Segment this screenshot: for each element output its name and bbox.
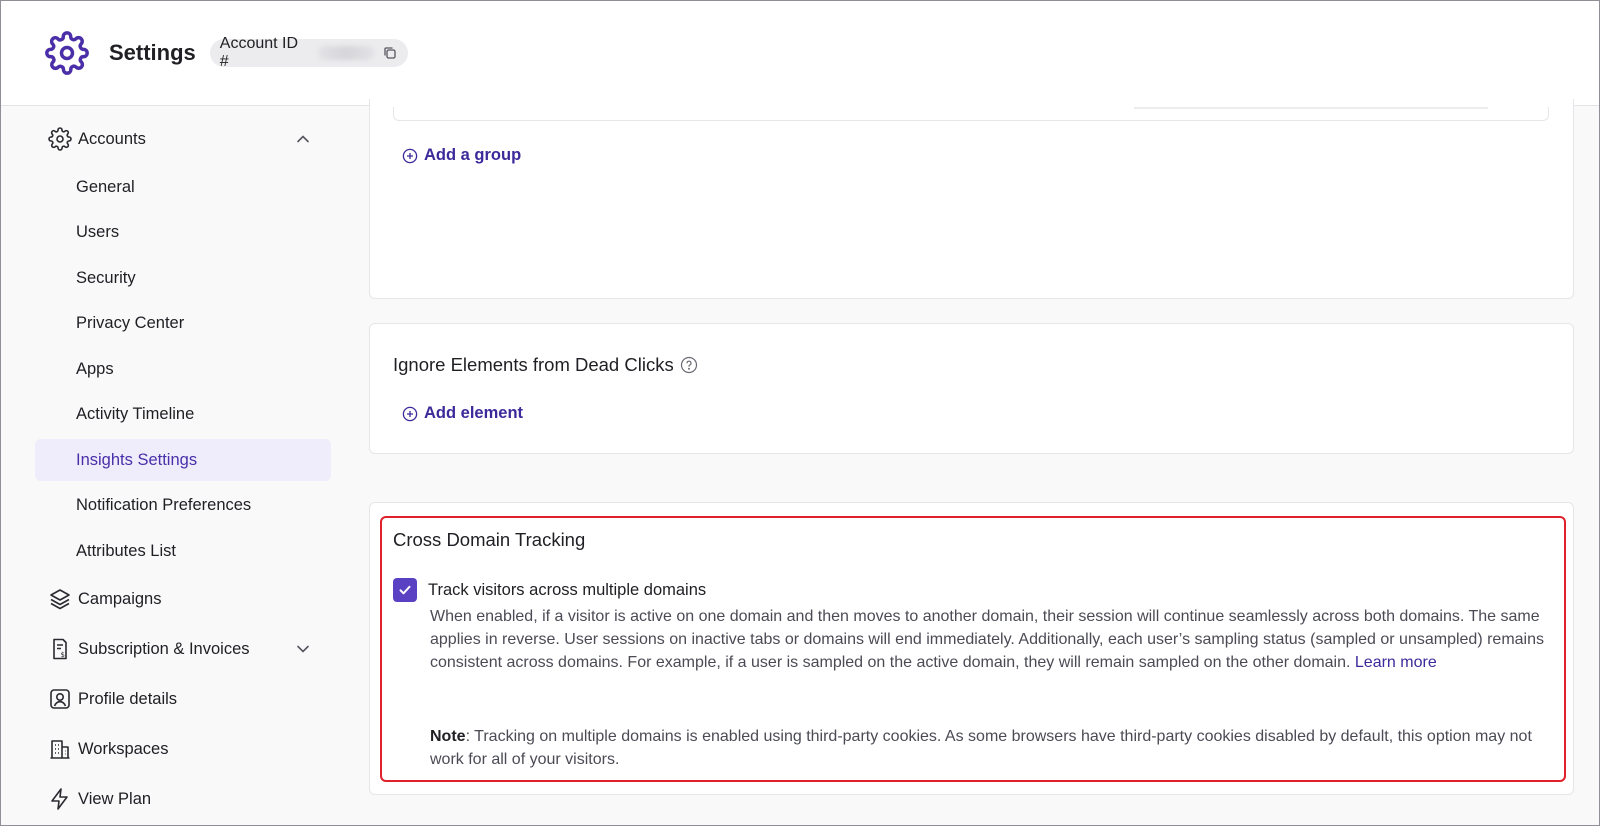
sidebar-item-label: View Plan xyxy=(78,789,152,808)
sidebar-item-profile-details[interactable]: Profile details xyxy=(48,687,177,711)
group-row-divider xyxy=(1134,107,1488,109)
sidebar-item-label: Apps xyxy=(76,359,114,378)
invoice-icon: $ xyxy=(48,637,72,661)
help-icon[interactable] xyxy=(680,356,698,374)
sidebar-item-security[interactable]: Security xyxy=(35,257,331,299)
dead-clicks-title-text: Ignore Elements from Dead Clicks xyxy=(393,354,674,375)
sidebar-item-workspaces[interactable]: Workspaces xyxy=(48,737,168,761)
account-id-value-redacted xyxy=(318,46,374,60)
sidebar-item-campaigns[interactable]: Campaigns xyxy=(48,587,161,611)
sidebar-item-label: Workspaces xyxy=(78,739,169,758)
svg-text:$: $ xyxy=(61,651,65,659)
dead-clicks-card xyxy=(369,323,1574,454)
page-title: Settings xyxy=(109,40,196,65)
add-circle-icon xyxy=(402,148,418,164)
track-visitors-label[interactable]: Track visitors across multiple domains xyxy=(428,578,706,602)
header: Settings Account ID # xyxy=(1,1,1599,106)
building-icon xyxy=(48,737,72,761)
add-circle-icon xyxy=(402,406,418,422)
chevron-down-icon[interactable] xyxy=(294,640,312,658)
learn-more-link[interactable]: Learn more xyxy=(1355,654,1437,671)
sidebar-item-label: Attributes List xyxy=(76,541,176,560)
copy-icon[interactable] xyxy=(382,45,398,61)
cross-domain-title-text: Cross Domain Tracking xyxy=(393,529,586,550)
settings-window: Settings Account ID # Accounts General U… xyxy=(0,0,1600,826)
note-label: Note xyxy=(430,728,466,745)
sidebar-item-label: Campaigns xyxy=(78,589,162,608)
account-id-label: Account ID # xyxy=(219,35,299,70)
note-text: : Tracking on multiple domains is enable… xyxy=(430,728,1532,768)
sidebar-item-attributes-list[interactable]: Attributes List xyxy=(35,530,331,572)
sidebar-item-label: Subscription & Invoices xyxy=(78,639,250,658)
cross-domain-description: When enabled, if a visitor is active on … xyxy=(430,605,1550,674)
gear-icon xyxy=(45,31,89,75)
add-group-button[interactable]: Add a group xyxy=(402,146,521,165)
sidebar-item-activity-timeline[interactable]: Activity Timeline xyxy=(35,393,331,435)
checkmark-icon xyxy=(399,585,411,595)
sidebar-item-apps[interactable]: Apps xyxy=(35,348,331,390)
sidebar-item-accounts[interactable]: Accounts xyxy=(48,127,318,151)
sidebar-item-privacy-center[interactable]: Privacy Center xyxy=(35,302,331,344)
sidebar-item-notification-preferences[interactable]: Notification Preferences xyxy=(35,484,331,526)
sidebar-item-label: General xyxy=(76,177,135,196)
profile-icon xyxy=(48,687,72,711)
add-group-label: Add a group xyxy=(424,146,522,164)
dead-clicks-title: Ignore Elements from Dead Clicks xyxy=(393,354,698,376)
sidebar-item-label: Users xyxy=(76,222,120,241)
sidebar-item-label: Privacy Center xyxy=(76,313,185,332)
chevron-up-icon[interactable] xyxy=(294,130,312,148)
sidebar-item-insights-settings[interactable]: Insights Settings xyxy=(35,439,331,481)
sidebar-item-label: Notification Preferences xyxy=(76,495,252,514)
lightning-icon xyxy=(48,787,72,811)
sidebar-item-label: Security xyxy=(76,268,136,287)
cross-domain-title: Cross Domain Tracking xyxy=(393,529,585,551)
sidebar-item-general[interactable]: General xyxy=(35,166,331,208)
groups-card xyxy=(369,99,1574,299)
sidebar-item-label: Activity Timeline xyxy=(76,404,195,423)
add-element-label: Add element xyxy=(424,404,524,422)
gear-icon xyxy=(48,127,72,151)
sidebar-item-label: Accounts xyxy=(78,129,146,148)
sidebar: Accounts General Users Security Privacy … xyxy=(1,107,349,825)
sidebar-item-users[interactable]: Users xyxy=(35,211,331,253)
layers-icon xyxy=(48,587,72,611)
add-element-button[interactable]: Add element xyxy=(402,404,523,423)
sidebar-item-subscription-invoices[interactable]: $ Subscription & Invoices xyxy=(48,637,318,661)
sidebar-item-label: Profile details xyxy=(78,689,178,708)
group-row-partial xyxy=(393,107,1549,121)
sidebar-item-view-plan[interactable]: View Plan xyxy=(48,787,151,811)
track-visitors-checkbox[interactable] xyxy=(393,578,417,602)
account-id-pill[interactable]: Account ID # xyxy=(209,35,408,70)
sidebar-item-label: Insights Settings xyxy=(76,450,198,469)
cross-domain-note: Note: Tracking on multiple domains is en… xyxy=(430,725,1550,771)
